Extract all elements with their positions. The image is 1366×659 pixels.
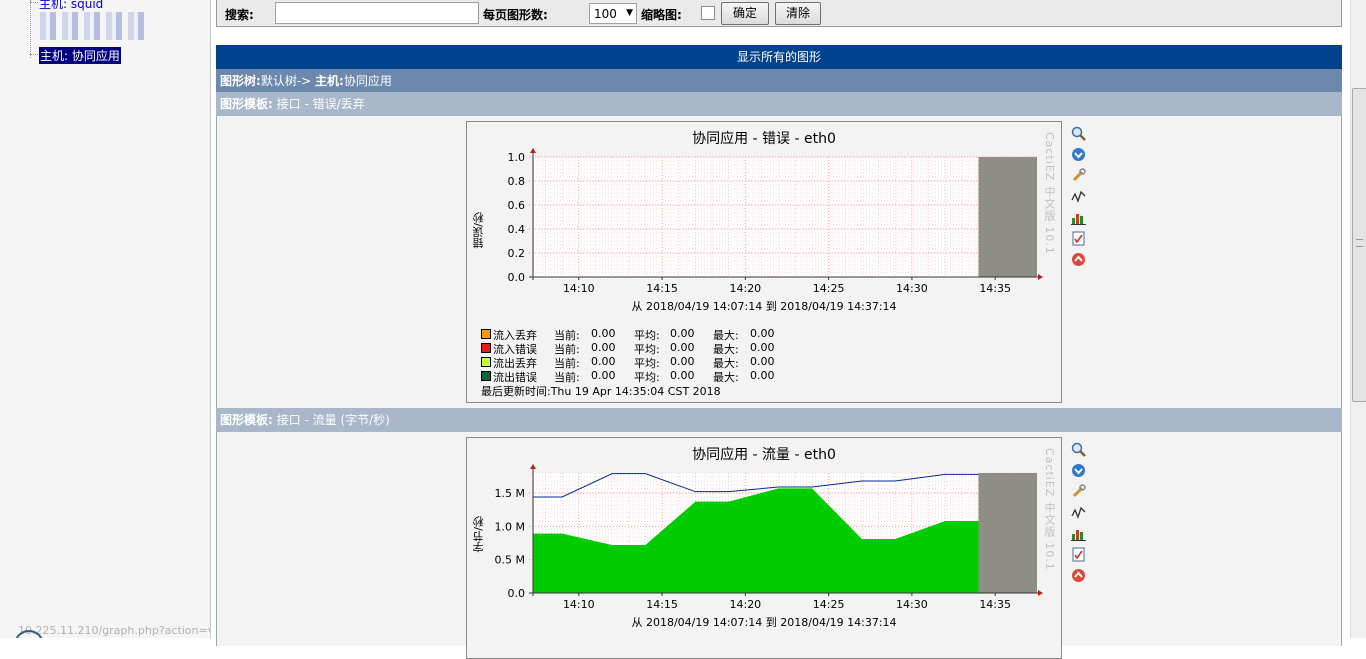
scrollbar-thumb[interactable]: [1352, 88, 1366, 402]
tree-connector: [30, 54, 38, 55]
scrollbar-grip: [1356, 239, 1363, 247]
template-value: 接口 - 流量 (字节/秒): [276, 413, 390, 427]
redacted-tree-items: [40, 12, 144, 40]
page-title: 显示所有的图形: [216, 45, 1342, 69]
legend-max: 0.00: [750, 327, 775, 340]
x-tick-label: 14:35: [979, 598, 1011, 611]
legend-max: 0.00: [750, 341, 775, 354]
template-key: 图形模板:: [220, 413, 273, 427]
tree-path-bar: 图形树:默认树-> 主机:协同应用: [216, 69, 1342, 93]
x-tick-label: 14:35: [979, 282, 1011, 295]
zoom-icon[interactable]: [1071, 126, 1086, 141]
legend-cur: 0.00: [591, 327, 616, 340]
graph-errors[interactable]: 协同应用 - 错误 - eth0 CactiEZ 中文版 10.1 错误/秒 0…: [466, 121, 1062, 403]
top-icon[interactable]: [1071, 252, 1086, 267]
x-tick-label: 14:25: [813, 282, 845, 295]
bars-icon[interactable]: [1071, 526, 1086, 541]
y-tick-label: 0.8: [508, 175, 526, 188]
x-tick-label: 14:30: [896, 282, 928, 295]
future-band: [978, 473, 1037, 593]
legend-swatch: [481, 329, 491, 339]
x-axis-arrow: [1038, 274, 1043, 280]
y-tick-label: 0.0: [508, 587, 526, 600]
search-label: 搜索:: [225, 8, 254, 22]
graph-traffic[interactable]: 协同应用 - 流量 - eth0 CactiEZ 中文版 10.1 字节/秒 0…: [466, 437, 1062, 659]
tree-path-value: 默认树->: [260, 74, 312, 88]
template-bar-traffic: 图形模板: 接口 - 流量 (字节/秒): [216, 408, 1342, 432]
time-range: 从 2018/04/19 14:07:14 到 2018/04/19 14:37…: [631, 300, 897, 313]
y-tick-label: 0.6: [508, 199, 526, 212]
y-tick-label: 1.0 M: [495, 520, 525, 533]
report-icon[interactable]: [1071, 231, 1086, 246]
template-value: 接口 - 错误/丢弃: [276, 97, 365, 111]
per-page-value: 100: [594, 7, 617, 21]
x-tick-label: 14:30: [896, 598, 928, 611]
tree-item-squid[interactable]: 主机: squid: [39, 0, 103, 12]
bars-icon[interactable]: [1071, 210, 1086, 225]
host-key: 主机:: [315, 74, 344, 88]
chevron-down-icon: ▼: [626, 8, 633, 18]
traffic-chart-svg: 0.0 0.5 M 1.0 M 1.5 M 14:10 14:15 14:20 14:25 14…: [495, 464, 1043, 611]
edit-icon[interactable]: [1071, 484, 1086, 499]
thumbnail-label: 缩略图:: [641, 8, 682, 22]
graph-tree-panel: 主机: squid 主机: 协同应用 10.225.11.210/graph.p…: [0, 0, 211, 638]
clear-button[interactable]: 清除: [775, 2, 821, 25]
x-tick-label: 14:20: [729, 282, 761, 295]
legend-cur: 0.00: [591, 341, 616, 354]
x-tick-label: 14:10: [563, 598, 595, 611]
download-icon[interactable]: [1071, 147, 1086, 162]
y-tick-label: 0.4: [508, 223, 526, 236]
template-key: 图形模板:: [220, 97, 273, 111]
legend-swatch: [481, 357, 491, 367]
trend-icon[interactable]: [1071, 505, 1086, 520]
errors-chart-svg: 0.0 0.2 0.4 0.6 0.8 1.0 14:10 14:15 14:20 14:25 14…: [508, 148, 1043, 295]
future-band: [978, 157, 1037, 277]
y-tick-label: 1.0: [508, 151, 526, 164]
y-tick-label: 0.2: [508, 247, 526, 260]
tree-connector: [30, 0, 31, 58]
trend-icon[interactable]: [1071, 189, 1086, 204]
top-icon[interactable]: [1071, 568, 1086, 583]
per-page-select[interactable]: 100 ▼: [589, 3, 637, 24]
template-bar-errors: 图形模板: 接口 - 错误/丢弃: [216, 92, 1342, 116]
search-input[interactable]: [275, 2, 479, 24]
y-tick-label: 0.5 M: [495, 554, 525, 567]
edit-icon[interactable]: [1071, 168, 1086, 183]
filter-toolbar: 搜索: 每页图形数: 100 ▼ 缩略图: 确定 清除: [216, 0, 1342, 27]
tree-connector: [30, 2, 38, 3]
y-axis-arrow: [530, 464, 536, 469]
x-axis-arrow: [1038, 590, 1043, 596]
tree-item-xietong[interactable]: 主机: 协同应用: [39, 47, 121, 64]
thumbnail-checkbox[interactable]: [701, 6, 715, 20]
x-tick-label: 14:20: [729, 598, 761, 611]
y-tick-label: 0.0: [508, 271, 526, 284]
x-tick-label: 14:15: [646, 598, 678, 611]
legend-cur: 0.00: [591, 369, 616, 382]
confirm-button[interactable]: 确定: [721, 2, 769, 25]
per-page-label: 每页图形数:: [483, 8, 548, 22]
legend-avg: 0.00: [670, 355, 695, 368]
last-update: 最后更新时间:Thu 19 Apr 14:35:04 CST 2018: [481, 385, 721, 398]
download-icon[interactable]: [1071, 463, 1086, 478]
x-tick-label: 14:10: [563, 282, 595, 295]
x-tick-label: 14:25: [813, 598, 845, 611]
legend-avg: 0.00: [670, 369, 695, 382]
vertical-scrollbar[interactable]: [1350, 0, 1366, 638]
legend-swatch: [481, 343, 491, 353]
zoom-icon[interactable]: [1071, 442, 1086, 457]
legend-swatch: [481, 371, 491, 381]
tree-path-key: 图形树:: [220, 74, 261, 88]
legend-avg: 0.00: [670, 341, 695, 354]
y-tick-label: 1.5 M: [495, 487, 525, 500]
x-tick-label: 14:15: [646, 282, 678, 295]
status-bar-url: 10.225.11.210/graph.php?action=view&loca…: [18, 624, 211, 637]
legend-max: 0.00: [750, 355, 775, 368]
legend-cur: 0.00: [591, 355, 616, 368]
y-axis-arrow: [530, 148, 536, 153]
legend-avg: 0.00: [670, 327, 695, 340]
host-value: 协同应用: [343, 74, 392, 88]
time-range: 从 2018/04/19 14:07:14 到 2018/04/19 14:37…: [631, 616, 897, 629]
legend-max: 0.00: [750, 369, 775, 382]
report-icon[interactable]: [1071, 547, 1086, 562]
